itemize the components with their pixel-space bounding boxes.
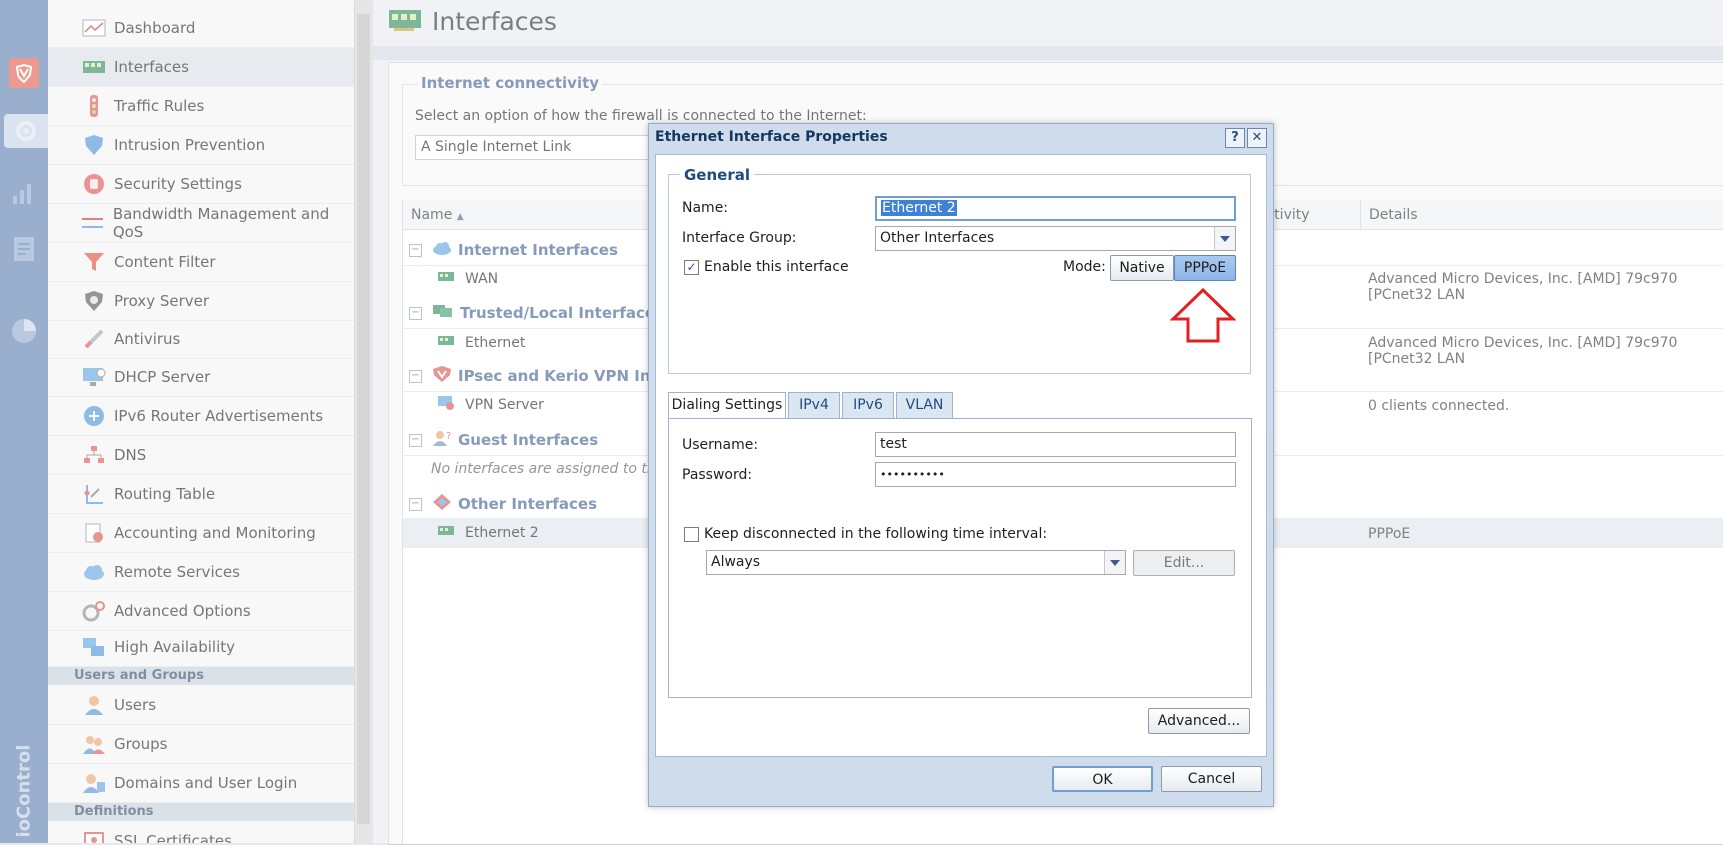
close-button[interactable]: ✕ — [1247, 128, 1267, 148]
chevron-down-icon[interactable] — [1104, 551, 1125, 574]
tab-dialing-settings[interactable]: Dialing Settings — [668, 392, 786, 420]
interface-group-select[interactable]: Other Interfaces — [875, 226, 1236, 251]
dialog-title: Ethernet Interface Properties — [655, 129, 888, 145]
password-field[interactable]: •••••••••• — [875, 462, 1236, 487]
mode-pppoe-button[interactable]: PPPoE — [1174, 255, 1236, 281]
general-legend: General — [680, 166, 754, 184]
name-label: Name: — [682, 200, 729, 216]
mode-native-button[interactable]: Native — [1110, 255, 1174, 281]
username-label: Username: — [682, 437, 759, 453]
chevron-down-icon[interactable] — [1214, 227, 1235, 250]
enable-interface-label: Enable this interface — [704, 259, 849, 275]
keep-disconnected-label: Keep disconnected in the following time … — [704, 526, 1048, 542]
keep-disconnected-checkbox[interactable] — [684, 527, 699, 542]
name-field[interactable]: Ethernet 2 — [875, 196, 1236, 221]
tab-vlan[interactable]: VLAN — [896, 392, 953, 418]
edit-interval-button[interactable]: Edit... — [1133, 550, 1235, 576]
help-button[interactable]: ? — [1225, 128, 1245, 148]
ok-button[interactable]: OK — [1052, 766, 1153, 792]
cancel-button[interactable]: Cancel — [1161, 766, 1262, 792]
enable-interface-checkbox[interactable]: ✓ — [684, 260, 699, 275]
mode-label: Mode: — [1063, 259, 1106, 275]
tab-ipv4[interactable]: IPv4 — [788, 392, 840, 418]
annotation-arrow-icon — [1170, 288, 1236, 343]
interface-group-label: Interface Group: — [682, 230, 797, 246]
username-field[interactable]: test — [875, 432, 1236, 457]
advanced-button[interactable]: Advanced... — [1148, 708, 1250, 734]
time-interval-select[interactable]: Always — [706, 550, 1126, 575]
password-label: Password: — [682, 467, 753, 483]
tab-ipv6[interactable]: IPv6 — [842, 392, 894, 418]
